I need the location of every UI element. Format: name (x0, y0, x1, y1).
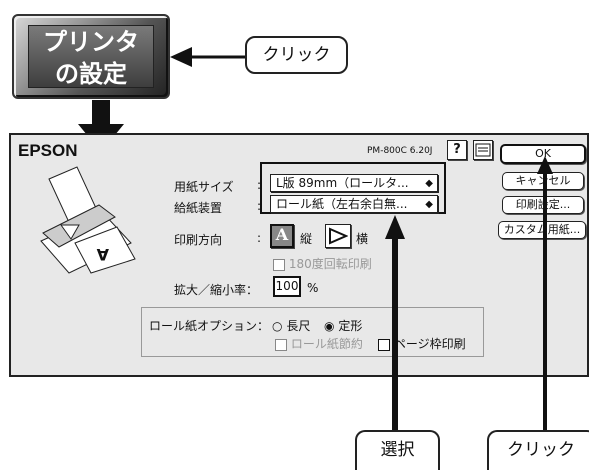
callout-click-top: クリック (245, 36, 348, 74)
utility-icon (475, 143, 491, 157)
paper-size-select[interactable]: L版 89mm（ロールタ... ◆ (270, 174, 438, 192)
portrait-button[interactable]: A (270, 224, 294, 248)
callout-click-bottom: クリック (487, 430, 589, 470)
landscape-label: 横 (356, 232, 369, 246)
paper-feed-value: ロール紙（左右余白無... (276, 197, 408, 211)
rotate-180-option[interactable]: 180度回転印刷 (273, 255, 372, 272)
paper-size-label: 用紙サイズ (174, 180, 234, 194)
callout-select: 選択 (355, 430, 440, 470)
printer-illustration-icon: A (40, 166, 136, 274)
svg-text:A: A (96, 245, 109, 264)
paper-feed-label: 給紙装置 (174, 201, 223, 215)
printer-settings-line1: プリンタ (43, 28, 139, 56)
roll-save-checkbox[interactable] (275, 338, 287, 351)
paper-size-value: L版 89mm（ロールタ... (276, 176, 409, 190)
landscape-icon (329, 227, 349, 245)
arrow-left-icon (170, 47, 245, 67)
fixed-option[interactable]: ◉ 定形 (324, 317, 362, 334)
paper-feed-select[interactable]: ロール紙（左右余白無... ◆ (270, 195, 438, 213)
radio-checked-icon[interactable]: ◉ (324, 319, 334, 333)
fixed-label: 定形 (338, 319, 363, 333)
arrow-up-icon (537, 156, 553, 431)
orientation-label: 印刷方向 (174, 233, 223, 247)
roll-save-label: ロール紙節約 (290, 337, 363, 351)
printer-settings-line2: の設定 (55, 60, 127, 88)
scale-label: 拡大／縮小率： (174, 283, 259, 297)
arrow-up-icon (385, 215, 405, 430)
long-option[interactable]: ○ 長尺 (272, 317, 310, 334)
scale-input[interactable]: 100 (273, 276, 301, 297)
select-arrows-icon: ◆ (425, 199, 433, 210)
select-arrows-icon: ◆ (425, 178, 433, 189)
radio-unchecked-icon[interactable]: ○ (272, 319, 282, 333)
roll-options-label: ロール紙オプション： (149, 319, 270, 333)
version-label: PM-800C 6.20J (367, 146, 433, 156)
long-label: 長尺 (286, 319, 311, 333)
utility-button[interactable] (473, 140, 493, 160)
help-button[interactable]: ? (447, 140, 467, 160)
landscape-button[interactable] (325, 224, 351, 248)
portrait-icon: A (275, 225, 289, 244)
rotate-180-label: 180度回転印刷 (288, 257, 372, 271)
help-icon: ? (453, 142, 461, 157)
colon: : (257, 231, 262, 245)
print-settings-dialog: EPSON PM-800C 6.20J ? OK キャンセル 印刷設定... カ… (9, 133, 589, 377)
epson-logo: EPSON (18, 141, 78, 160)
rotate-180-checkbox[interactable] (273, 258, 285, 271)
printer-settings-button[interactable]: プリンタ の設定 (12, 14, 170, 99)
scale-unit: % (307, 281, 319, 295)
roll-save-option[interactable]: ロール紙節約 (275, 335, 363, 352)
portrait-label: 縦 (300, 232, 313, 246)
